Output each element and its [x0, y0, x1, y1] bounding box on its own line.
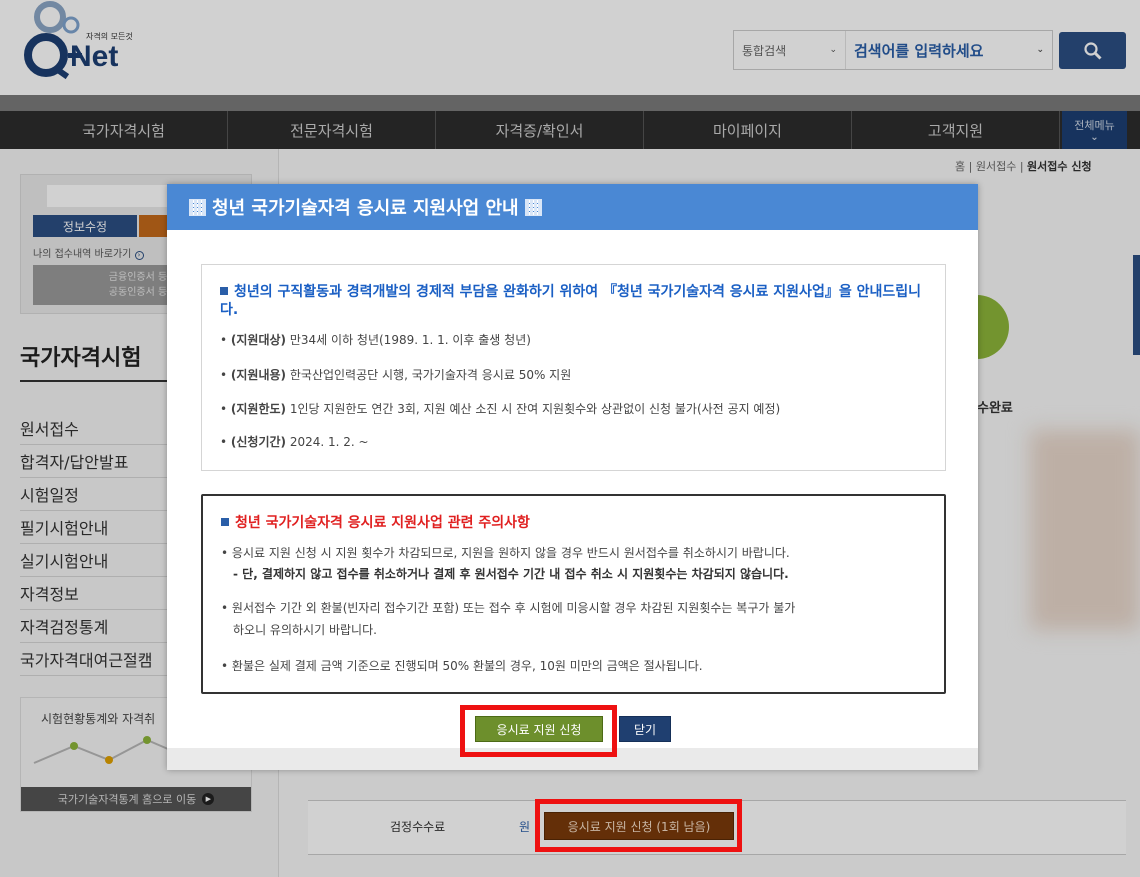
- warning-item-1-text: 응시료 지원 신청 시 지원 횟수가 차감되므로, 지원을 원하지 않을 경우 …: [231, 546, 790, 560]
- warning-item-2: • 원서접수 기간 외 환불(빈자리 접수기간 포함) 또는 접수 후 시험에 …: [221, 601, 796, 615]
- square-bullet-icon: [220, 287, 228, 295]
- info-heading: 청년의 구직활동과 경력개발의 경제적 부담을 완화하기 위하여 『청년 국가기…: [220, 283, 930, 319]
- warning-box: 청년 국가기술자격 응시료 지원사업 관련 주의사항 • 응시료 지원 신청 시…: [201, 494, 946, 694]
- info-heading-text: 청년의 구직활동과 경력개발의 경제적 부담을 완화하기 위하여 『청년 국가기…: [220, 284, 921, 318]
- square-bullet-icon: [221, 518, 229, 526]
- warning-item-1-sub: - 단, 결제하지 않고 접수를 취소하거나 결제 후 원서접수 기간 내 접수…: [233, 567, 789, 581]
- warning-item-3-text: 환불은 실제 결제 금액 기준으로 진행되며 50% 환불의 경우, 10원 미…: [231, 659, 703, 673]
- info-item-limit-label: (지원한도): [230, 402, 287, 416]
- modal-header: 청년 국가기술자격 응시료 지원사업 안내: [167, 184, 978, 230]
- grid-icon: [189, 198, 206, 216]
- highlight-box-apply: [460, 705, 617, 757]
- warning-item-3: • 환불은 실제 결제 금액 기준으로 진행되며 50% 환불의 경우, 10원…: [221, 659, 703, 673]
- info-item-target: • (지원대상) 만34세 이하 청년(1989. 1. 1. 이후 출생 청년…: [220, 333, 531, 347]
- info-item-period-label: (신청기간): [230, 435, 287, 449]
- info-item-target-label: (지원대상): [230, 333, 287, 347]
- info-item-limit-text: 1인당 지원한도 연간 3회, 지원 예산 소진 시 잔여 지원횟수와 상관없이…: [286, 402, 781, 416]
- warning-heading-text: 청년 국가기술자격 응시료 지원사업 관련 주의사항: [235, 515, 530, 531]
- info-box: 청년의 구직활동과 경력개발의 경제적 부담을 완화하기 위하여 『청년 국가기…: [201, 264, 946, 471]
- info-item-period: • (신청기간) 2024. 1. 2. ~: [220, 435, 369, 449]
- highlight-box-fee-apply: [535, 799, 742, 852]
- grid-icon: [524, 198, 542, 216]
- page: 자격의 모든것 Net 통합검색 ⌄ 검색어를 입력하세요 ⌄ 국가자격시험 전…: [0, 0, 1140, 877]
- warning-item-2-line1: 원서접수 기간 외 환불(빈자리 접수기간 포함) 또는 접수 후 시험에 미응…: [231, 601, 796, 615]
- warning-heading: 청년 국가기술자격 응시료 지원사업 관련 주의사항: [221, 514, 530, 532]
- info-item-period-text: 2024. 1. 2. ~: [286, 435, 369, 449]
- info-item-limit: • (지원한도) 1인당 지원한도 연간 3회, 지원 예산 소진 시 잔여 지…: [220, 402, 781, 416]
- info-item-target-text: 만34세 이하 청년(1989. 1. 1. 이후 출생 청년): [286, 333, 531, 347]
- warning-item-2-line2: 하오니 유의하시기 바랍니다.: [233, 623, 377, 637]
- info-item-content: • (지원내용) 한국산업인력공단 시행, 국가기술자격 응시료 50% 지원: [220, 368, 572, 382]
- info-item-content-label: (지원내용): [230, 368, 287, 382]
- support-program-modal: 청년 국가기술자격 응시료 지원사업 안내 청년의 구직활동과 경력개발의 경제…: [167, 184, 978, 770]
- warning-item-1: • 응시료 지원 신청 시 지원 횟수가 차감되므로, 지원을 원하지 않을 경…: [221, 546, 790, 560]
- modal-title: 청년 국가기술자격 응시료 지원사업 안내: [212, 198, 519, 219]
- close-button[interactable]: 닫기: [619, 716, 671, 742]
- info-item-content-text: 한국산업인력공단 시행, 국가기술자격 응시료 50% 지원: [286, 368, 572, 382]
